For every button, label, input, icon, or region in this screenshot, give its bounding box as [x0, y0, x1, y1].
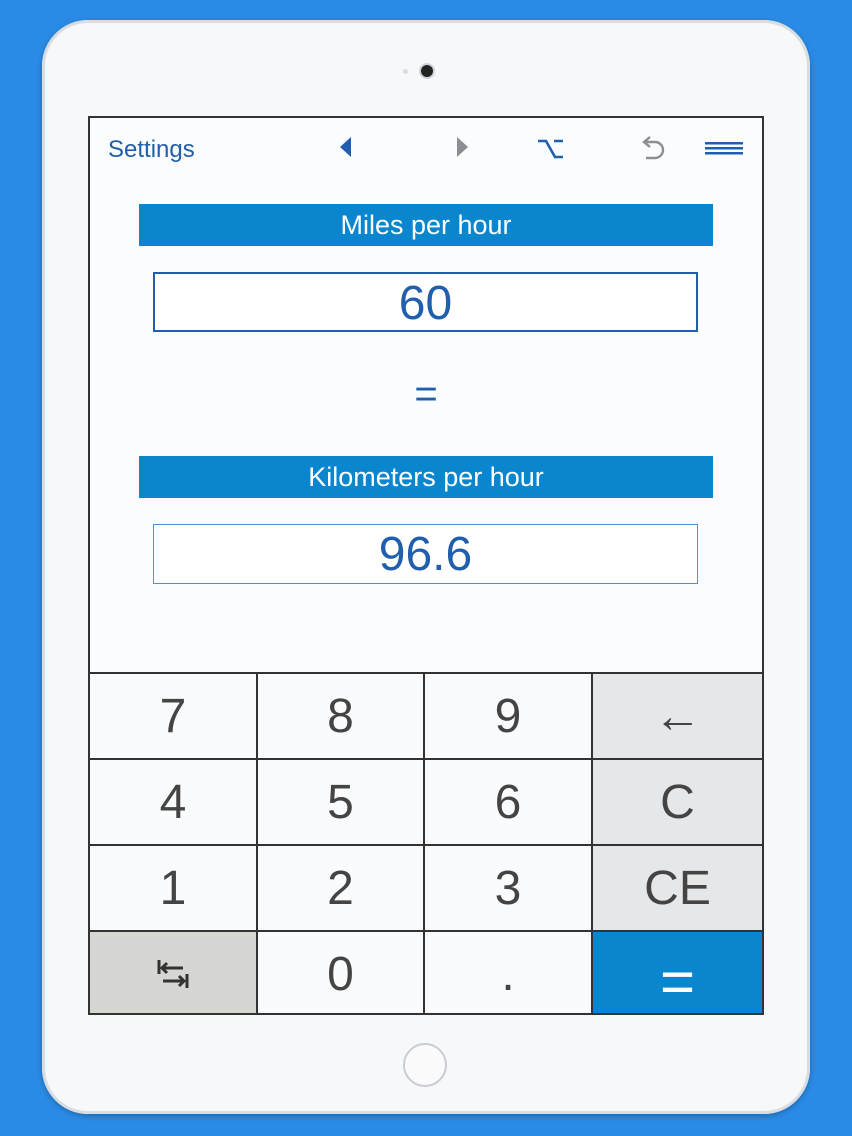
key-3[interactable]: 3: [425, 846, 593, 932]
equals-sign: =: [414, 372, 438, 416]
right-arrow-icon[interactable]: [457, 137, 468, 157]
key-4[interactable]: 4: [90, 760, 258, 846]
key-7[interactable]: 7: [90, 674, 258, 760]
menu-icon[interactable]: [704, 132, 744, 164]
toolbar: Settings: [90, 118, 762, 180]
swap-icon: [157, 960, 189, 988]
app-screen: Settings Miles per hour 60 = Kilometers …: [88, 116, 764, 1015]
key-5[interactable]: 5: [258, 760, 425, 846]
undo-icon[interactable]: [638, 132, 668, 164]
option-key-icon[interactable]: [536, 132, 566, 164]
home-button[interactable]: [403, 1043, 447, 1087]
from-unit-label[interactable]: Miles per hour: [139, 204, 713, 246]
clear-entry-key[interactable]: CE: [593, 846, 762, 932]
equals-key[interactable]: =: [593, 932, 762, 1013]
key-0[interactable]: 0: [258, 932, 425, 1013]
tablet-frame: Settings Miles per hour 60 = Kilometers …: [42, 20, 810, 1114]
keypad: 7 8 9 ← 4 5 6 C 1 2 3 CE 0 . =: [90, 672, 762, 1013]
backspace-key[interactable]: ←: [593, 674, 762, 760]
key-9[interactable]: 9: [425, 674, 593, 760]
key-2[interactable]: 2: [258, 846, 425, 932]
key-8[interactable]: 8: [258, 674, 425, 760]
left-arrow-icon[interactable]: [340, 137, 351, 157]
from-value-input[interactable]: 60: [153, 272, 698, 332]
settings-button[interactable]: Settings: [108, 136, 195, 164]
decimal-key[interactable]: .: [425, 932, 593, 1013]
sensor-dot: [403, 69, 408, 74]
swap-units-key[interactable]: [90, 932, 258, 1013]
clear-key[interactable]: C: [593, 760, 762, 846]
to-unit-label[interactable]: Kilometers per hour: [139, 456, 713, 498]
front-camera: [421, 65, 433, 77]
key-6[interactable]: 6: [425, 760, 593, 846]
key-1[interactable]: 1: [90, 846, 258, 932]
to-value-output: 96.6: [153, 524, 698, 584]
